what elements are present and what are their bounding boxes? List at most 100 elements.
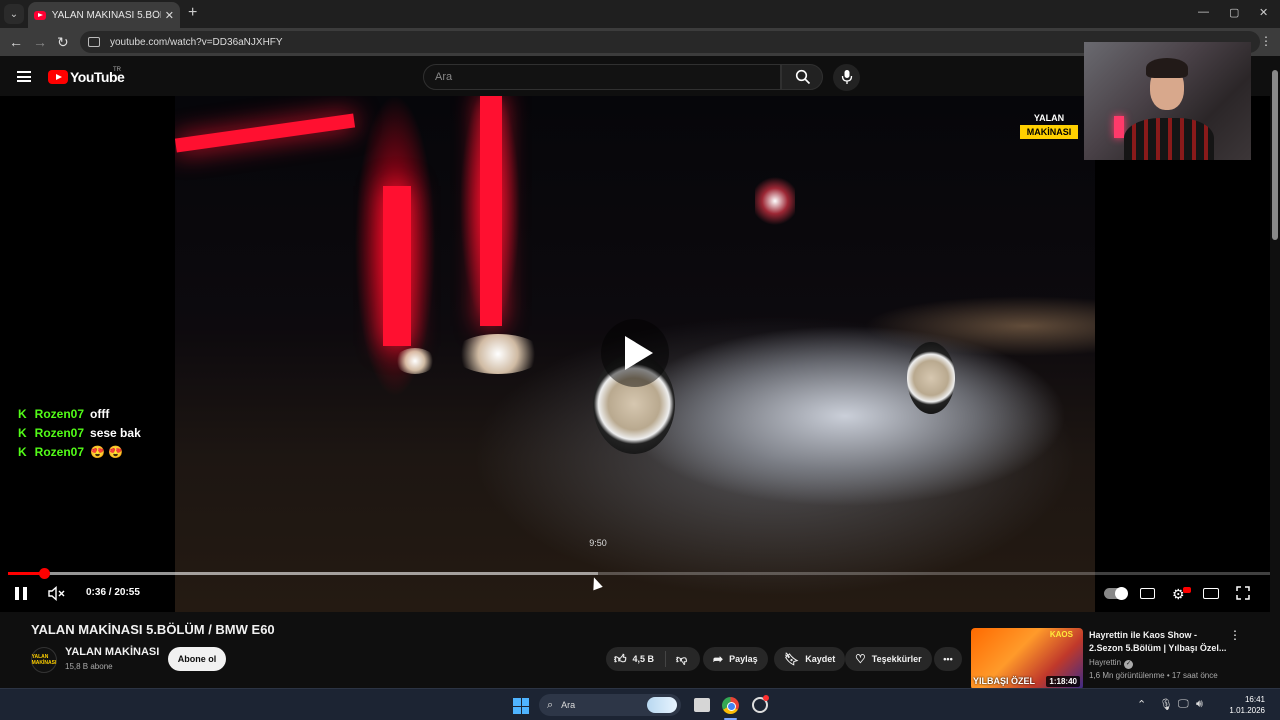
thumbs-down-icon: 👎︎ — [676, 653, 688, 666]
more-icon: ••• — [943, 654, 953, 664]
webcam-person-shirt — [1124, 118, 1214, 160]
subscribe-button[interactable]: Abone ol — [168, 647, 226, 671]
volume-muted-icon — [48, 585, 65, 602]
clock-date[interactable]: 1.01.2026 — [1215, 706, 1265, 715]
taskbar-search-text: Ara — [561, 700, 576, 710]
play-button[interactable] — [601, 319, 669, 387]
thanks-button[interactable]: ♡ Teşekkürler — [845, 647, 932, 671]
speaker-icon[interactable]: 🔊︎ — [1196, 698, 1203, 711]
channel-name[interactable]: YALAN MAKİNASI — [65, 646, 159, 658]
fullscreen-button[interactable] — [1236, 586, 1250, 603]
back-button[interactable]: ← — [9, 34, 23, 50]
super-thanks-icon: ♡ — [855, 652, 866, 666]
save-button[interactable]: 🔖︎ Kaydet — [774, 647, 846, 671]
taskbar-search[interactable]: ⌕ Ara — [539, 694, 681, 716]
like-count: 4,5 B — [632, 654, 655, 664]
microphone-tray-icon[interactable]: 🎙︎ — [1159, 698, 1173, 711]
video-scene-headlight — [453, 334, 543, 374]
bookmark-icon: 🔖︎ — [784, 652, 800, 666]
tab-title: YALAN MAKİNASI 5.BÖLÜM / B — [51, 9, 161, 21]
chat-text: offf — [90, 407, 110, 421]
more-actions-button[interactable]: ••• — [934, 647, 962, 671]
chat-message: K Rozen07 😍 😍 — [18, 443, 123, 461]
browser-menu-button[interactable]: ⋮ — [1260, 34, 1272, 48]
browser-tab-active[interactable]: YALAN MAKİNASI 5.BÖLÜM / B ✕ — [28, 2, 180, 28]
microphone-icon — [841, 70, 853, 84]
chat-username: Rozen07 — [34, 426, 85, 440]
video-scene-headlight — [395, 348, 435, 374]
share-button[interactable]: ➦ Paylaş — [703, 647, 768, 671]
recommended-channel-name: Hayrettin — [1089, 658, 1122, 667]
theater-mode-button[interactable] — [1203, 588, 1219, 599]
webcam-person-hair — [1146, 58, 1188, 78]
voice-search-button[interactable] — [833, 64, 860, 91]
menu-icon[interactable] — [17, 71, 31, 82]
channel-avatar[interactable]: YALAN MAKİNASI — [31, 647, 57, 673]
thumbs-up-icon: 👍︎ — [614, 651, 627, 666]
kick-badge-icon: K — [18, 426, 27, 440]
windows-start-icon[interactable] — [513, 698, 529, 714]
recommended-video-meta: 1,6 Mn görüntülenme • 17 saat önce — [1089, 671, 1218, 680]
network-icon[interactable]: 🖵︎ — [1178, 698, 1189, 711]
chat-username: Rozen07 — [34, 407, 85, 421]
search-button[interactable] — [781, 64, 823, 90]
site-info-icon[interactable] — [88, 37, 100, 47]
window-close-button[interactable]: ✕ — [1259, 6, 1268, 19]
country-code: TR — [113, 67, 121, 73]
progress-hover-fill — [8, 572, 598, 575]
pause-button[interactable] — [15, 587, 27, 600]
dislike-button[interactable]: 👎︎ — [666, 653, 687, 666]
chat-text: sese bak — [90, 426, 141, 440]
like-button[interactable]: 👍︎ 4,5 B — [606, 651, 666, 667]
thanks-label: Teşekkürler — [871, 654, 922, 664]
watermark-text-bottom: MAKİNASI — [1020, 125, 1078, 139]
recommended-more-icon[interactable]: ⋮ — [1229, 628, 1241, 642]
subscriber-count: 15,8 B abone — [65, 662, 113, 671]
progress-hover-time: 9:50 — [589, 538, 607, 548]
tab-search-button[interactable]: ⌄ — [4, 4, 24, 24]
tab-close-icon[interactable]: ✕ — [165, 9, 174, 22]
url-text: youtube.com/watch?v=DD36aNJXHFY — [110, 36, 283, 48]
chat-message: K Rozen07 sese bak — [18, 424, 141, 442]
thumbnail-brand-text: KAOS — [1049, 630, 1073, 639]
video-scene-wheel — [907, 342, 955, 414]
webcam-overlay — [1084, 42, 1251, 160]
reload-button[interactable]: ↻ — [57, 34, 69, 50]
page-scrollbar-thumb[interactable] — [1272, 70, 1278, 240]
autoplay-toggle[interactable] — [1104, 587, 1128, 600]
chat-message: K Rozen07 offf — [18, 405, 109, 423]
window-restore-button[interactable]: ▢ — [1229, 6, 1239, 19]
youtube-favicon-icon — [34, 10, 46, 20]
browser-tab-bar: ⌄ YALAN MAKİNASI 5.BÖLÜM / B ✕ + — ▢ ✕ — [0, 0, 1280, 28]
mute-button[interactable] — [48, 585, 66, 602]
channel-watermark[interactable]: YALAN MAKİNASI — [1020, 111, 1078, 139]
subtitles-button[interactable] — [1140, 588, 1155, 599]
hd-badge — [1183, 587, 1191, 593]
search-input[interactable]: Ara — [423, 64, 781, 90]
clock-time[interactable]: 16:41 — [1225, 695, 1265, 704]
recommended-video-title[interactable]: Hayrettin ile Kaos Show - 2.Sezon 5.Bölü… — [1089, 629, 1229, 655]
progress-scrubber[interactable] — [39, 568, 50, 579]
task-view-icon[interactable] — [694, 698, 710, 712]
new-tab-button[interactable]: + — [188, 5, 197, 21]
share-icon: ➦ — [713, 652, 724, 666]
search-icon — [795, 69, 811, 85]
tray-chevron-icon[interactable]: ⌃ — [1137, 698, 1146, 711]
url-field[interactable]: youtube.com/watch?v=DD36aNJXHFY — [80, 31, 1260, 53]
windows-taskbar: ⌕ Ara ⌃ 🎙︎ 🖵︎ 🔊︎ 16:41 1.01.2026 — [0, 688, 1280, 720]
channel-avatar-logo: YALAN MAKİNASI — [31, 654, 57, 666]
search-icon: ⌕ — [547, 698, 554, 711]
recommended-video-thumbnail[interactable]: KAOS YILBAŞI ÖZEL 1:18:40 — [971, 628, 1083, 690]
thumbnail-caption: YILBAŞI ÖZEL — [973, 676, 1036, 686]
webcam-background-light — [1114, 116, 1124, 138]
chrome-taskbar-icon[interactable] — [722, 697, 739, 714]
watermark-text-top: YALAN — [1033, 113, 1065, 123]
search-highlight-icon — [647, 697, 677, 713]
window-minimize-button[interactable]: — — [1198, 6, 1209, 18]
verified-icon: ✓ — [1124, 660, 1134, 669]
chat-username: Rozen07 — [34, 445, 85, 459]
forward-button[interactable]: → — [33, 34, 47, 50]
recommended-channel[interactable]: Hayrettin ✓ — [1089, 658, 1134, 669]
youtube-logo-icon — [48, 70, 68, 84]
kick-badge-icon: K — [18, 407, 27, 421]
